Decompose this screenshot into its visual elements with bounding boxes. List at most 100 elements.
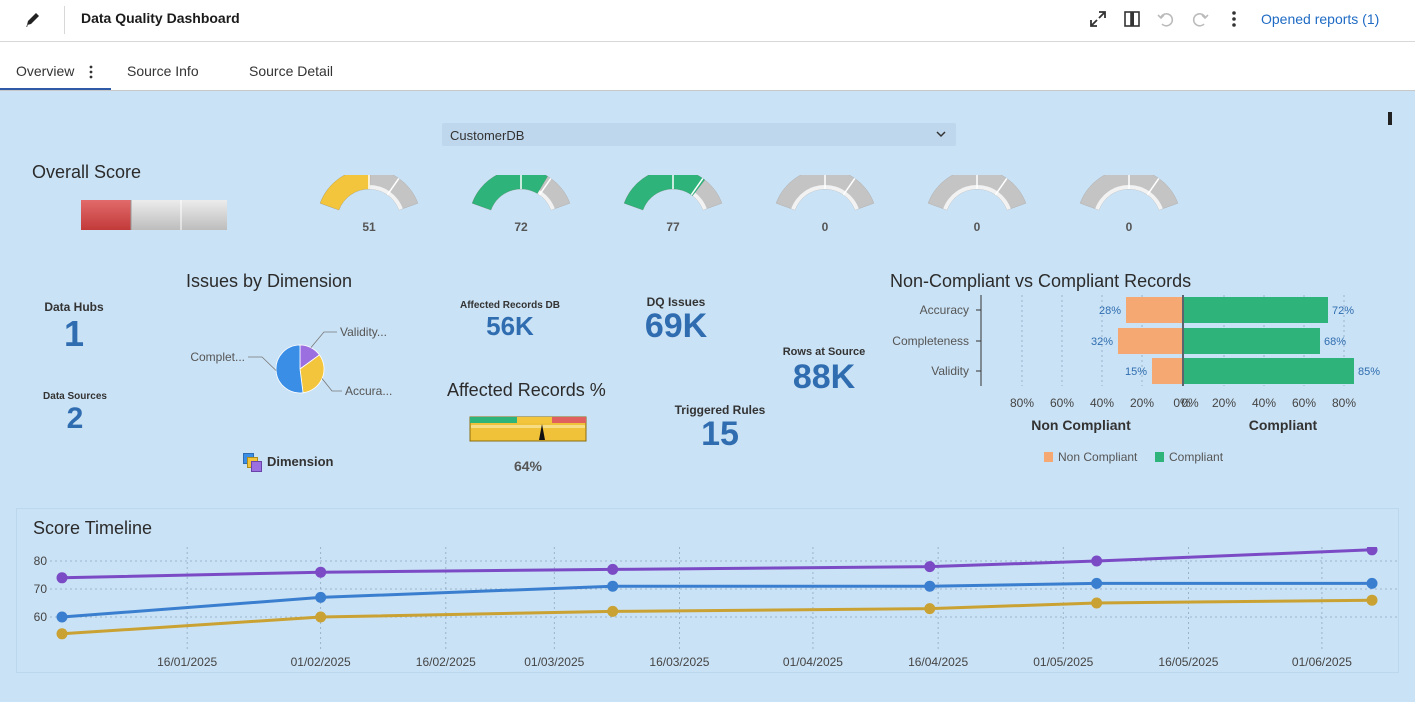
gauge-fill: [319, 175, 371, 211]
x-tick-label: 01/02/2025: [291, 655, 351, 669]
non-compliant-bar: [1152, 358, 1182, 384]
x-tick-label: 01/03/2025: [524, 655, 584, 669]
gauge-value-label: 0: [973, 220, 981, 234]
maximize-icon[interactable]: [1088, 9, 1108, 29]
series-point: [1091, 555, 1103, 567]
category-label: Validity: [931, 364, 969, 378]
x-tick-label: 01/06/2025: [1292, 655, 1352, 669]
source-dropdown[interactable]: CustomerDB: [442, 123, 956, 146]
rows-at-source-label: Rows at Source: [782, 346, 866, 358]
non-compliant-bar: [1126, 297, 1182, 323]
series-point: [1366, 594, 1378, 606]
pie-leader-line: [310, 331, 337, 348]
x-tick-label: 16/02/2025: [416, 655, 476, 669]
pie-leader-line: [321, 378, 342, 392]
source-dropdown-value: CustomerDB: [450, 128, 525, 143]
right-axis-tick: 80%: [1332, 396, 1356, 410]
dimension-legend-icon: [243, 452, 263, 472]
affected-records-db-value: 56K: [486, 311, 534, 341]
dq-issues-value: 69K: [644, 307, 708, 345]
gauge-value-label: 77: [666, 220, 680, 234]
triggered-rules-value: 15: [701, 415, 739, 453]
tab-active-indicator: [0, 88, 111, 90]
affected-pct-bullet: [469, 416, 587, 442]
compliant-value-label: 68%: [1324, 336, 1346, 348]
rows-at-source-value: 88K: [792, 358, 856, 396]
score-gauge: [1079, 175, 1179, 211]
right-axis-title: Compliant: [1249, 417, 1318, 433]
affected-records-db-label: Affected Records DB: [459, 300, 561, 311]
scroll-indicator[interactable]: [1388, 112, 1392, 125]
score-gauge: [775, 175, 875, 211]
gauge-fill: [471, 175, 548, 211]
score-timeline-title: Score Timeline: [33, 518, 153, 538]
series-point: [924, 561, 936, 573]
non-compliant-bar: [1118, 328, 1182, 354]
right-axis-tick: 40%: [1252, 396, 1276, 410]
tab-menu-icon[interactable]: [86, 64, 96, 80]
left-axis-tick: 60%: [1050, 396, 1074, 410]
left-axis-title: Non Compliant: [1031, 417, 1131, 433]
top-bar: Data Quality Dashboard Opened reports (1…: [0, 0, 1415, 42]
series-point: [56, 611, 68, 623]
legend-swatch: [1155, 452, 1164, 462]
compliance-chart: Accuracy 28% 72% Completeness 32% 68% Validity…: [892, 295, 1380, 464]
data-sources-label: Data Sources: [43, 391, 107, 402]
panel-icon[interactable]: [1122, 9, 1142, 29]
dimension-legend-label: Dimension: [267, 454, 334, 469]
non-compliant-value-label: 28%: [1099, 305, 1121, 317]
score-gauge: [319, 175, 419, 211]
series-point: [56, 572, 68, 584]
legend-label: Compliant: [1169, 450, 1224, 464]
x-tick-label: 16/03/2025: [649, 655, 709, 669]
right-axis-tick: 20%: [1212, 396, 1236, 410]
tab-source-info[interactable]: Source Info: [127, 63, 199, 79]
series-point: [607, 605, 619, 617]
compliant-bar: [1184, 328, 1320, 354]
pie-slice-label: Accura...: [345, 384, 392, 398]
score-timeline-chart: 80 70 60 16/01/2025 01/02/2025 16/02/2025 01/0…: [34, 547, 1398, 669]
more-vert-icon[interactable]: [1224, 9, 1244, 29]
y-tick-label: 60: [34, 610, 48, 624]
x-tick-label: 01/04/2025: [783, 655, 843, 669]
tab-overview[interactable]: Overview: [16, 63, 74, 79]
left-axis-tick: 80%: [1010, 396, 1034, 410]
score-timeline-panel: Score Timeline 80 70 60 16/01/2025 01/02/202…: [16, 508, 1399, 673]
x-tick-label: 16/01/2025: [157, 655, 217, 669]
score-gauge: [471, 175, 571, 211]
left-axis-tick: 20%: [1130, 396, 1154, 410]
category-label: Accuracy: [920, 303, 969, 317]
x-tick-label: 16/04/2025: [908, 655, 968, 669]
issues-pie-chart: Validity... Accura... Complet...: [190, 325, 392, 398]
series-point: [607, 580, 619, 592]
legend-label: Non Compliant: [1058, 450, 1138, 464]
legend-swatch: [1044, 452, 1053, 462]
tab-bar: Overview Source Info Source Detail: [0, 42, 1415, 91]
overall-score-bullet: [81, 200, 227, 230]
series-point: [315, 566, 327, 578]
compliant-bar: [1184, 358, 1354, 384]
series-point: [607, 563, 619, 575]
category-label: Completeness: [892, 334, 969, 348]
pie-slice-label: Validity...: [340, 325, 387, 339]
pie-leader-line: [248, 356, 277, 371]
pencil-icon[interactable]: [22, 9, 44, 31]
redo-icon[interactable]: [1190, 9, 1210, 29]
opened-reports-link[interactable]: Opened reports (1): [1261, 11, 1379, 27]
left-axis-tick: 40%: [1090, 396, 1114, 410]
report-canvas: CustomerDB Overall Score 51 72 77 0 0 0 Data …: [0, 91, 1415, 702]
series-point: [315, 591, 327, 603]
series-point: [1366, 547, 1378, 556]
chevron-down-icon: [936, 131, 946, 138]
score-gauge: [927, 175, 1027, 211]
tab-source-detail[interactable]: Source Detail: [249, 63, 333, 79]
non-compliant-value-label: 32%: [1091, 336, 1113, 348]
undo-icon[interactable]: [1156, 9, 1176, 29]
gauge-value-label: 0: [821, 220, 829, 234]
non-compliant-value-label: 15%: [1125, 366, 1147, 378]
y-tick-label: 70: [34, 582, 48, 596]
score-gauge: [623, 175, 723, 211]
affected-pct-title: Affected Records %: [447, 380, 606, 400]
series-point: [924, 603, 936, 615]
y-tick-label: 80: [34, 554, 48, 568]
